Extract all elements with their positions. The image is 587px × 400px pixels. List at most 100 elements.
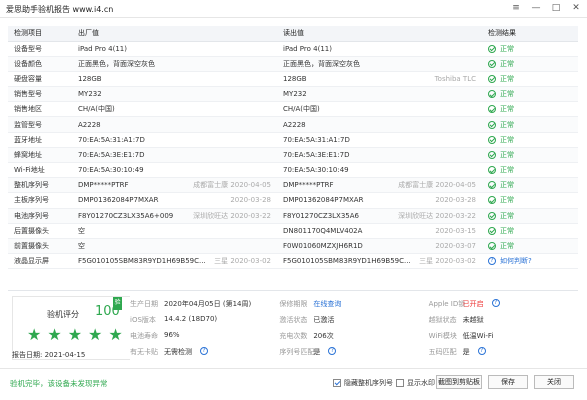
checkbox-unchecked-icon[interactable] bbox=[396, 379, 404, 387]
show-watermark-label: 显示水印 bbox=[407, 379, 435, 387]
item-label: 设备型号 bbox=[14, 44, 42, 53]
result-text: 正常 bbox=[500, 90, 514, 99]
check-circle-icon bbox=[488, 150, 496, 159]
value-note: 成都富士康 2020-04-05 bbox=[398, 181, 476, 190]
value-text: CH/A(中国) bbox=[283, 105, 320, 114]
read-cell: MY232 bbox=[277, 86, 482, 103]
result-status: 正常 bbox=[488, 120, 578, 130]
show-watermark-checkbox[interactable]: 显示水印 bbox=[396, 378, 435, 388]
item-cell: 硬盘容量 bbox=[8, 71, 72, 88]
help-icon[interactable]: ? bbox=[328, 347, 337, 355]
item-label: 整机序列号 bbox=[14, 181, 49, 190]
table-header: 检测项目 出厂值 读出值 检测结果 bbox=[8, 26, 578, 42]
hide-serial-checkbox[interactable]: 隐藏整机序列号 bbox=[333, 378, 393, 388]
item-label: 电池序列号 bbox=[14, 211, 49, 220]
result-status: 正常 bbox=[488, 89, 578, 99]
table-row: 主板序列号 DMP01362084P7MXAR 2020-03-28 DMP01362… bbox=[8, 192, 578, 209]
result-status: 正常 bbox=[488, 165, 578, 175]
info-cell: Apple ID锁 已开启? bbox=[429, 299, 578, 309]
footer-bar: 验机完毕，该设备未发现异常 隐藏整机序列号 显示水印 截图到剪贴板 保存 关闭 bbox=[0, 368, 587, 400]
info-value[interactable]: 在线查询 bbox=[313, 299, 341, 309]
save-button[interactable]: 保存 bbox=[488, 375, 528, 389]
item-label: Wi-Fi地址 bbox=[14, 166, 45, 175]
result-text: 正常 bbox=[500, 150, 514, 159]
read-cell: F5G010105SBM83R9YD1H69B59C... 三星 2020-03-… bbox=[277, 253, 482, 270]
check-circle-icon bbox=[488, 120, 496, 129]
value-text: 70:EA:5A:30:10:49 bbox=[78, 166, 144, 175]
menu-icon[interactable]: ≡ bbox=[511, 3, 521, 14]
read-cell: DMP01362084P7MXAR 2020-03-28 bbox=[277, 192, 482, 209]
star-icon: ★ bbox=[27, 325, 42, 344]
item-cell: 设备型号 bbox=[8, 41, 72, 57]
value-note: 成都富士康 2020-04-05 bbox=[193, 181, 271, 190]
item-label: 主板序列号 bbox=[14, 196, 49, 205]
value-note: Toshiba TLC bbox=[434, 74, 476, 83]
value-text: iPad Pro 4(11) bbox=[78, 44, 127, 53]
checkbox-checked-icon[interactable] bbox=[333, 379, 341, 387]
item-label: 销售型号 bbox=[14, 90, 42, 99]
value-text: 70:EA:5A:3E:E1:7D bbox=[78, 150, 145, 159]
info-row: 电池寿命 96% 充电次数 206次 WiFi模块 低温Wi-Fi bbox=[130, 328, 578, 344]
close-button[interactable]: 关闭 bbox=[534, 375, 574, 389]
result-cell: 正常 bbox=[482, 223, 578, 239]
factory-cell: F8Y01270CZ3LX35A6+009 深圳欣旺达 2020-03-22 bbox=[72, 208, 277, 224]
maximize-icon[interactable]: □ bbox=[551, 3, 561, 14]
table-row: 前置摄像头 空 F0W01060MZXJH6R1D 2020-03-07 正常 bbox=[8, 238, 578, 255]
info-cell: WiFi模块 低温Wi-Fi bbox=[429, 331, 578, 341]
result-cell: 正常 bbox=[482, 208, 578, 224]
question-icon: ? bbox=[488, 257, 496, 266]
info-key: 激活状态 bbox=[279, 316, 308, 324]
window-title: 爱思助手验机报告 www.i4.cn bbox=[6, 5, 114, 14]
table-row: 销售地区 CH/A(中国) CH/A(中国) 正常 bbox=[8, 101, 578, 118]
item-cell: 液晶显示屏 bbox=[8, 253, 72, 270]
check-circle-icon bbox=[488, 242, 496, 251]
table-row: 后置摄像头 空 DN801170Q4MLV402A 2020-03-15 正常 bbox=[8, 223, 578, 239]
value-text: 正面黑色，背面深空灰色 bbox=[78, 59, 155, 68]
info-value: 未越狱 bbox=[462, 316, 484, 324]
screenshot-button[interactable]: 截图到剪贴板 bbox=[436, 375, 482, 389]
read-cell: 70:EA:5A:31:A1:7D bbox=[277, 132, 482, 148]
info-key: 序列号匹配 bbox=[279, 348, 315, 356]
info-cell: 激活状态 已激活 bbox=[279, 315, 428, 325]
device-info-grid: 生产日期 2020年04月05日 (第14周) 保修期限 在线查询 Apple ID锁已… bbox=[130, 296, 578, 360]
factory-cell: DMP01362084P7MXAR 2020-03-28 bbox=[72, 192, 277, 209]
read-cell: F0W01060MZXJH6R1D 2020-03-07 bbox=[277, 238, 482, 255]
result-text: 正常 bbox=[500, 120, 514, 129]
item-cell: 后置摄像头 bbox=[8, 223, 72, 239]
result-text: 正常 bbox=[500, 196, 514, 205]
info-value: 96% bbox=[164, 331, 180, 339]
result-text: 正常 bbox=[500, 59, 514, 68]
result-text: 正常 bbox=[500, 211, 514, 220]
minimize-icon[interactable]: — bbox=[531, 3, 541, 14]
item-cell: 销售地区 bbox=[8, 101, 72, 118]
read-cell: CH/A(中国) bbox=[277, 101, 482, 118]
close-icon[interactable]: ✕ bbox=[571, 3, 581, 14]
info-value: 206次 bbox=[313, 332, 334, 340]
item-cell: 蓝牙地址 bbox=[8, 132, 72, 148]
report-table: 检测项目 出厂值 读出值 检测结果 设备型号 iPad Pro 4(11) iPad… bbox=[8, 26, 578, 270]
help-icon[interactable]: ? bbox=[200, 347, 208, 355]
read-cell: DN801170Q4MLV402A 2020-03-15 bbox=[277, 223, 482, 239]
info-cell: 保修期限 在线查询 bbox=[279, 299, 428, 309]
info-key: 充电次数 bbox=[279, 332, 308, 340]
check-circle-icon bbox=[488, 74, 496, 83]
result-cell: 正常 bbox=[482, 147, 578, 164]
header-read: 读出值 bbox=[277, 26, 482, 42]
value-text: iPad Pro 4(11) bbox=[283, 44, 332, 53]
table-row: 蓝牙地址 70:EA:5A:31:A1:7D 70:EA:5A:31:A1:7D 正常 bbox=[8, 132, 578, 148]
value-text: MY232 bbox=[78, 90, 102, 99]
value-text: 70:EA:5A:31:A1:7D bbox=[283, 135, 350, 144]
factory-cell: 128GB bbox=[72, 71, 277, 88]
help-icon[interactable]: ? bbox=[491, 299, 500, 307]
result-status: 正常 bbox=[488, 104, 578, 114]
help-icon[interactable]: ? bbox=[477, 347, 486, 355]
info-value: 14.4.2 (18D70) bbox=[164, 315, 218, 323]
item-label: 液晶显示屏 bbox=[14, 257, 49, 266]
value-text: 正面黑色，背面深空灰色 bbox=[283, 59, 360, 68]
item-label: 后置摄像头 bbox=[14, 226, 49, 235]
title-bar: 爱思助手验机报告 www.i4.cn ≡ — □ ✕ bbox=[0, 0, 587, 18]
info-key: 五码匹配 bbox=[428, 348, 457, 356]
value-text: DMP01362084P7MXAR bbox=[78, 196, 159, 205]
result-status[interactable]: ? 如何判断? bbox=[488, 256, 578, 266]
factory-cell: 70:EA:5A:31:A1:7D bbox=[72, 132, 277, 148]
